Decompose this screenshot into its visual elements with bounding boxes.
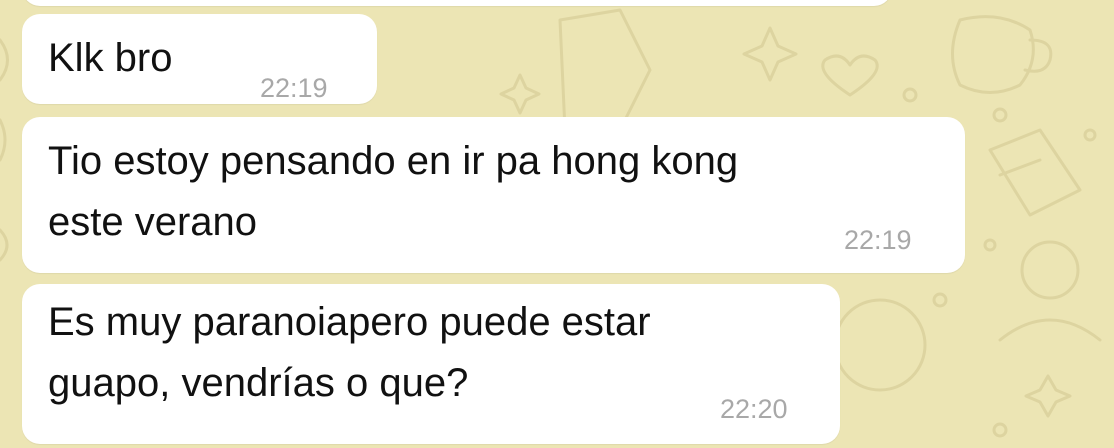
message-bubble[interactable]: Klk bro 22:19 — [22, 14, 377, 104]
message-bubble[interactable]: Tio estoy pensando en ir pa hong kong es… — [22, 117, 965, 273]
previous-message-bubble — [22, 0, 892, 6]
person-doodle-icon — [1020, 240, 1080, 300]
phone-doodle-icon — [558, 8, 652, 132]
message-time: 22:20 — [720, 394, 788, 424]
message-time: 22:19 — [260, 73, 328, 103]
message-time: 22:19 — [844, 225, 912, 255]
flower-doodle-icon — [1024, 374, 1072, 418]
dot-doodle-icon — [983, 238, 997, 252]
swirl-doodle-icon — [0, 38, 9, 262]
message-text: Tio estoy pensando en ir pa hong kong es… — [48, 139, 739, 244]
dot-doodle-icon — [932, 292, 948, 308]
cup-doodle-icon — [951, 15, 1053, 94]
star-doodle-icon — [499, 73, 541, 115]
person-doodle-icon — [998, 318, 1102, 342]
chat-background: Klk bro 22:19 Tio estoy pensando en ir p… — [0, 0, 1114, 448]
dot-doodle-icon — [992, 422, 1008, 438]
star-doodle-icon — [742, 26, 798, 82]
message-text: Klk bro — [48, 36, 173, 80]
cards-doodle-icon — [988, 128, 1082, 217]
heart-doodle-icon — [821, 54, 879, 97]
dot-doodle-icon — [902, 87, 918, 103]
message-bubble[interactable]: Es muy paranoiapero puede estar guapo, v… — [22, 284, 840, 444]
wheel-doodle-icon — [833, 298, 927, 392]
message-text: Es muy paranoiapero puede estar guapo, v… — [48, 300, 651, 405]
dot-doodle-icon — [1083, 128, 1097, 142]
dot-doodle-icon — [992, 107, 1008, 123]
